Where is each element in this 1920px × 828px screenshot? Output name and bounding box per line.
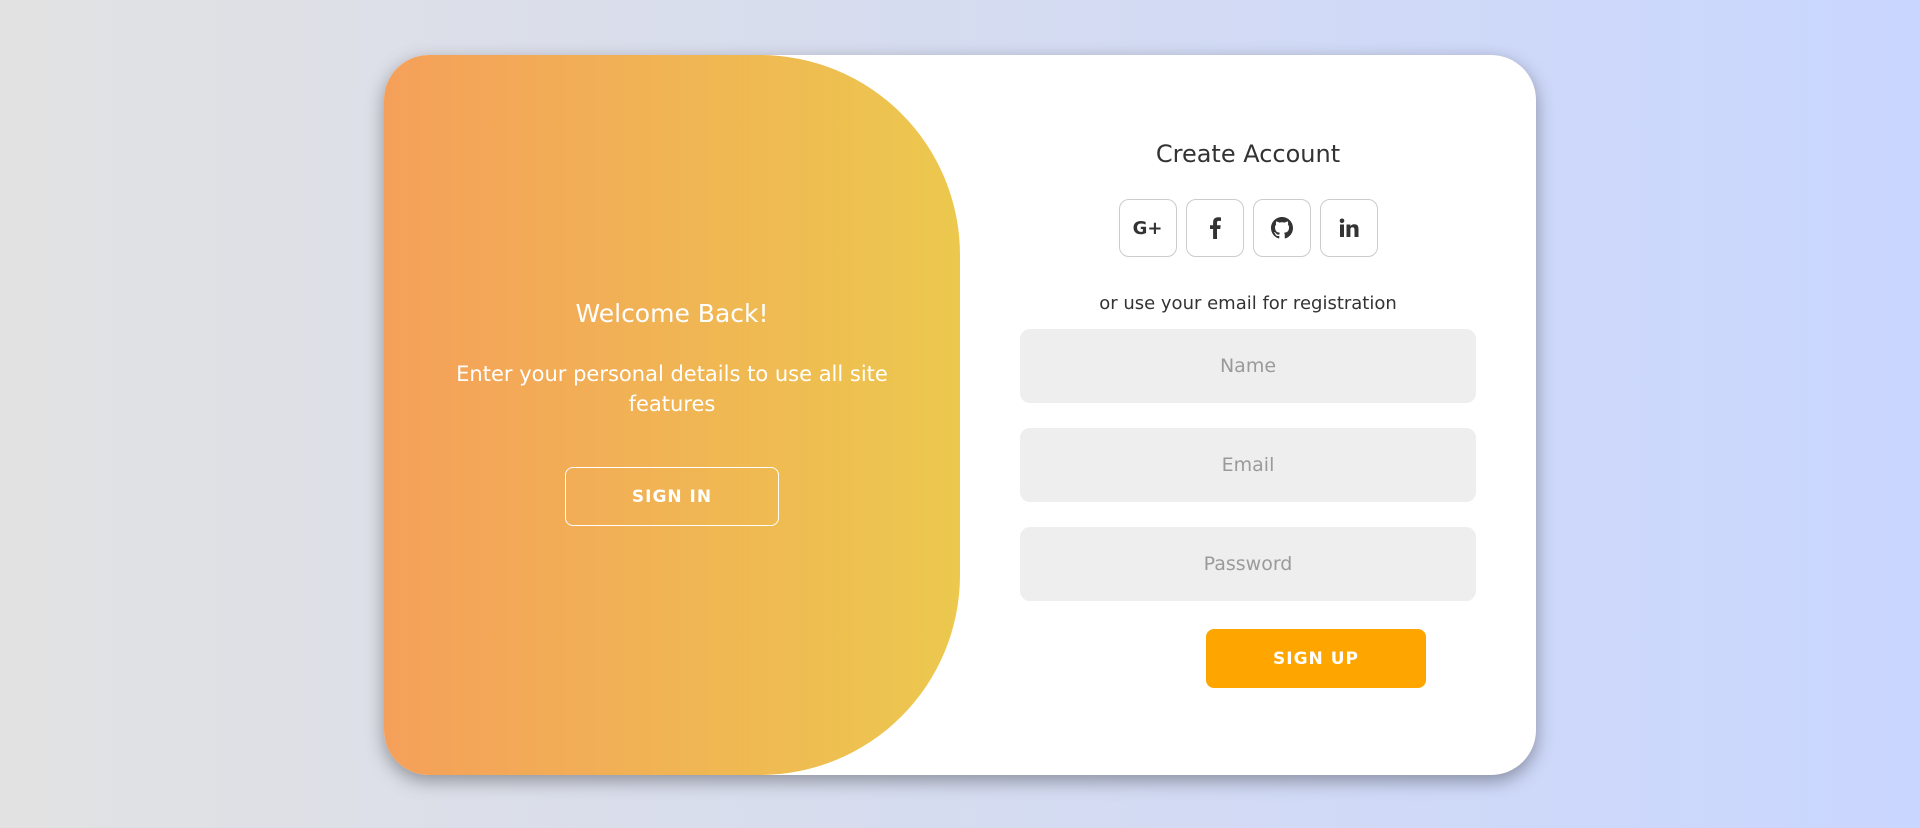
welcome-title: Welcome Back!: [575, 299, 769, 328]
sign-up-button[interactable]: SIGN UP: [1206, 629, 1426, 688]
linkedin-icon: [1339, 218, 1358, 237]
google-plus-icon: G+: [1132, 217, 1163, 239]
github-button[interactable]: [1252, 199, 1311, 257]
sign-up-form: Create Account G+ or use your email for …: [960, 55, 1536, 775]
social-icons-row: G+: [960, 199, 1536, 257]
facebook-button[interactable]: [1185, 199, 1244, 257]
welcome-panel: Welcome Back! Enter your personal detail…: [384, 55, 960, 775]
name-input[interactable]: [1020, 329, 1476, 403]
password-input[interactable]: [1020, 527, 1476, 601]
linkedin-button[interactable]: [1319, 199, 1378, 257]
sign-in-button[interactable]: SIGN IN: [565, 467, 779, 526]
google-plus-button[interactable]: G+: [1118, 199, 1177, 257]
email-input[interactable]: [1020, 428, 1476, 502]
form-title: Create Account: [1155, 140, 1341, 168]
facebook-icon: [1209, 217, 1221, 239]
registration-hint: or use your email for registration: [1099, 293, 1397, 314]
welcome-text: Enter your personal details to use all s…: [456, 362, 888, 416]
github-icon: [1270, 217, 1293, 239]
auth-card: Welcome Back! Enter your personal detail…: [384, 55, 1536, 775]
